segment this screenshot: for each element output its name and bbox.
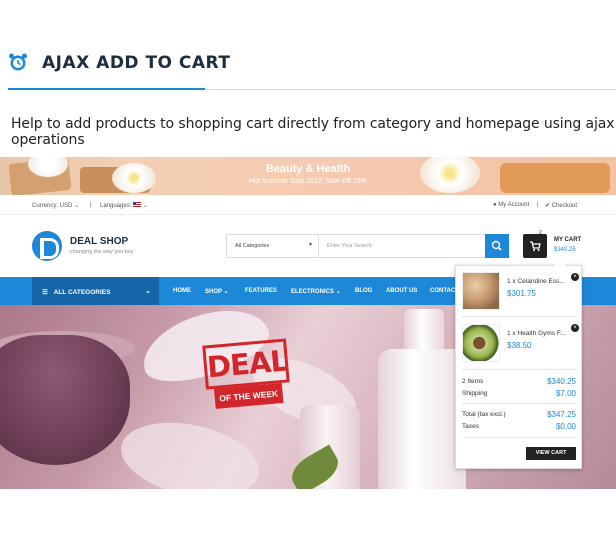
summary-row-items: 2 Items $340.25 [462,377,576,386]
shipping-label: Shipping [462,390,488,397]
logo-name[interactable]: DEAL SHOP [70,236,128,247]
shopping-cart-icon [530,241,541,251]
search-input[interactable]: Enter Your Search [327,243,372,249]
nav-item-label: SHOP [205,289,222,295]
divider: | [537,202,539,208]
chevron-down-icon: ⌄ [145,288,151,295]
bottle-image [378,349,466,489]
total-label: Total (tax excl.) [462,411,506,418]
taxes-value: $0.00 [555,422,576,431]
product-thumbnail[interactable] [462,324,500,362]
checkout-link[interactable]: ✔ Checkout [545,202,577,209]
language-selector[interactable]: Languages: ⌄ [100,202,148,209]
all-categories-button[interactable]: ☰ ALL CATEGORIES ⌄ [32,277,159,305]
divider: | [90,202,92,208]
summary-row-shipping: Shipping $7.00 [462,389,576,398]
chevron-down-icon: ⌄ [142,203,148,209]
feature-section-header: AJAX ADD TO CART [0,0,616,92]
chevron-down-icon: ⌄ [335,289,341,295]
all-categories-label: ALL CATEGORIES [53,289,111,296]
cart-item: 1 x Health Gyms F... $38.50 [462,324,580,368]
dropdown-pointer [554,260,566,266]
shipping-value: $7.00 [555,389,576,398]
currency-label: Currency: USD [32,203,73,209]
alarm-clock-icon [9,53,27,71]
cart-item-name[interactable]: 1 x Health Gyms F... [507,330,566,337]
top-bar: Currency: USD ⌄ | Languages: ⌄ ● My Acco… [0,195,616,215]
section-description: Help to add products to shopping cart di… [11,116,615,148]
search-category-select[interactable]: All Categories ▼ [227,235,319,257]
divider [462,316,577,317]
summary-row-total: Total (tax excl.) $347.25 [462,410,576,419]
cart-item: 1 x Celandine Ess... $301.75 [462,272,580,316]
nav-item-electronics[interactable]: ELECTRONICS ⌄ [291,288,341,295]
cart-count-badge: 2 [539,230,542,236]
product-thumbnail[interactable] [462,272,500,310]
taxes-label: Taxes [462,423,479,430]
checkmark-icon: ✔ [545,203,551,209]
promo-banner[interactable]: Beauty & Health Hot Summer Sale 2017, Sa… [0,157,616,195]
section-title: AJAX ADD TO CART [42,53,231,73]
summary-row-taxes: Taxes $0.00 [462,422,576,431]
nav-item-home[interactable]: HOME [173,288,191,294]
view-cart-button[interactable]: VIEW CART [526,447,576,460]
logo-icon[interactable] [32,231,62,261]
promo-subtitle: Hot Summer Sale 2017, Sale Off 75% [249,178,367,185]
us-flag-icon [133,202,142,207]
total-value: $347.25 [547,410,576,419]
divider [462,403,577,404]
cart-button[interactable] [523,234,547,258]
cart-total: $340.25 [554,247,576,253]
cart-item-price: $301.75 [507,289,536,298]
stamp-title: DEAL [202,338,290,390]
promo-title: Beauty & Health [265,163,351,175]
currency-selector[interactable]: Currency: USD ⌄ [32,202,79,209]
deal-of-the-week-stamp: DEAL OF THE WEEK [202,338,292,413]
bowl-image [0,335,130,465]
nav-item-label: ELECTRONICS [291,289,335,295]
title-accent-underline [8,88,205,90]
search-category-value: All Categories [235,243,270,249]
search-icon [491,240,502,251]
divider [462,437,577,438]
nav-item-about-us[interactable]: ABOUT US [386,288,417,294]
nav-item-features[interactable]: FEATURES [245,288,277,294]
nav-item-blog[interactable]: BLOG [355,288,372,294]
flower-petal-image [114,411,266,489]
items-label: 2 Items [462,378,484,385]
dropdown-arrow-icon: ▼ [308,242,313,248]
search-button[interactable] [485,234,509,258]
my-account-label: My Account [498,202,530,208]
nav-item-shop[interactable]: SHOP ⌄ [205,288,229,295]
language-label: Languages: [100,203,132,209]
items-value: $340.25 [547,377,576,386]
menu-icon: ☰ [42,289,48,296]
remove-item-icon[interactable]: × [571,324,579,332]
my-account-link[interactable]: ● My Account [493,202,529,208]
checkout-label: Checkout [551,203,578,209]
cart-item-price: $38.50 [507,341,532,350]
remove-item-icon[interactable]: × [571,273,579,281]
chevron-down-icon: ⌄ [74,203,80,209]
logo-tagline: changing the way you buy [70,249,134,255]
cart-item-name[interactable]: 1 x Celandine Ess... [507,278,565,285]
divider [462,369,577,370]
user-icon: ● [493,202,497,208]
chevron-down-icon: ⌄ [223,289,229,295]
search-bar: All Categories ▼ Enter Your Search [226,234,509,258]
my-cart-label[interactable]: MY CART [554,237,581,243]
mini-cart-dropdown: 1 x Celandine Ess... $301.75 × 1 x Healt… [455,260,582,469]
